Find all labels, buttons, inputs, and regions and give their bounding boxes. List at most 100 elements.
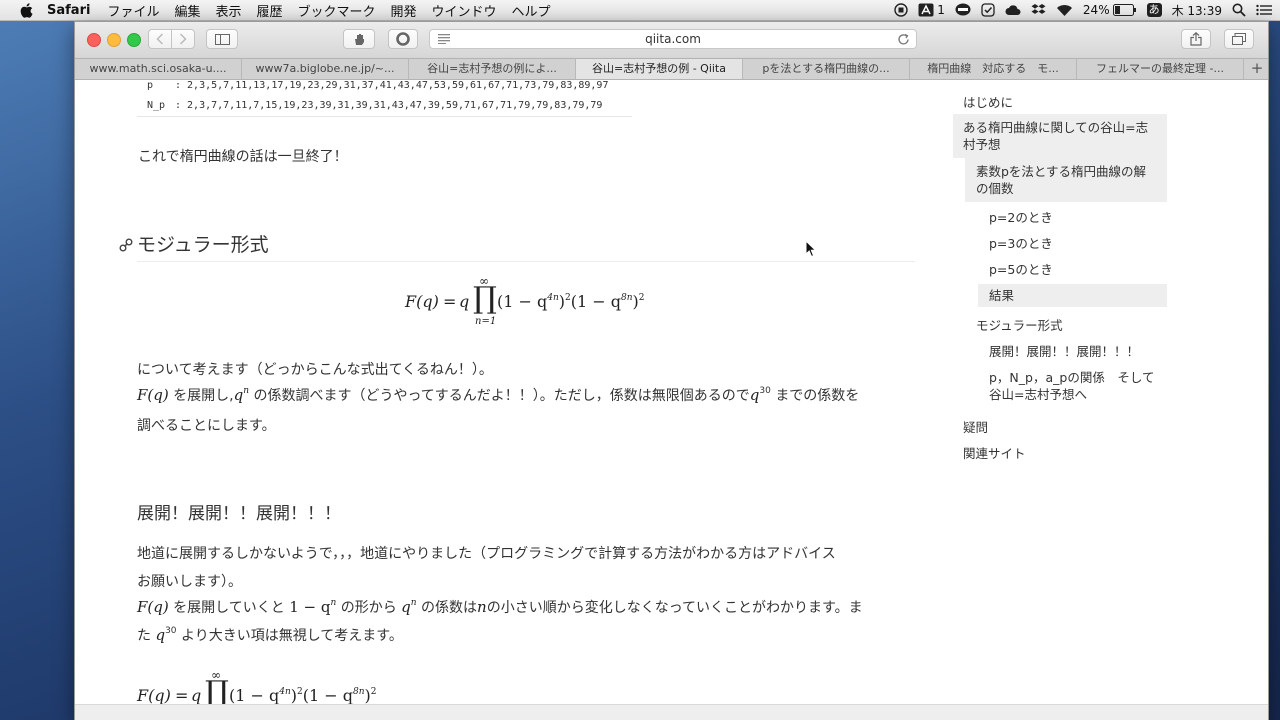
tabs-overview-button[interactable] bbox=[1224, 29, 1254, 49]
sidebar-icon bbox=[214, 33, 230, 45]
para2-part-a: を展開し, bbox=[173, 388, 234, 404]
toc-item-taniyama-shimura[interactable]: ある楕円曲線に関しての谷山=志村予想 bbox=[953, 114, 1167, 158]
paragraph-terms-line2: た q30 より大きい項は無視して考えます。 bbox=[137, 625, 403, 645]
extension-button[interactable] bbox=[343, 29, 375, 49]
eq1-terms: (1 − q4n)2(1 − q8n)2 bbox=[497, 292, 645, 311]
equation-1: F(q) = q ∞ ∏ n=1 (1 − q4n)2(1 − q8n)2 bbox=[405, 274, 665, 333]
hand-icon bbox=[354, 33, 364, 45]
dropbox-icon[interactable] bbox=[1031, 3, 1046, 17]
notification-center-icon[interactable] bbox=[1256, 4, 1272, 16]
toc-item-expand[interactable]: 展開！展開！！展開！！！ bbox=[989, 343, 1167, 360]
para4-part-d: の小さい順から変化しなくなっていくことがわかります。ま bbox=[486, 600, 863, 616]
address-bar[interactable]: qiita.com bbox=[429, 29, 917, 49]
paragraph-consider: について考えます（どっからこんな式出てくるねん！）。 bbox=[137, 362, 493, 378]
sidebar-toggle-button[interactable] bbox=[206, 29, 238, 49]
opera-extension-button[interactable] bbox=[388, 29, 418, 49]
forward-button[interactable] bbox=[171, 29, 195, 49]
toc-item-solution-count[interactable]: 素数pを法とする楕円曲線の解の個数 bbox=[965, 158, 1167, 202]
menu-develop[interactable]: 開発 bbox=[391, 1, 417, 20]
end-text: これで楕円曲線の話は一旦終了！ bbox=[138, 149, 348, 165]
eq1-factor1: (1 − q bbox=[497, 292, 548, 311]
inline-q: q bbox=[233, 386, 244, 404]
tab-bar: www.math.sci.osaka-u.... www7a.biglobe.n… bbox=[75, 58, 1268, 80]
tab-4[interactable]: pを法とする楕円曲線の... bbox=[743, 59, 910, 79]
apple-menu-icon[interactable] bbox=[17, 2, 35, 18]
creative-cloud-icon[interactable] bbox=[1005, 4, 1021, 16]
eq1-exp1: 4n bbox=[547, 293, 559, 303]
inline-q30: q bbox=[749, 386, 760, 404]
toc-item-intro[interactable]: はじめに bbox=[963, 94, 1173, 111]
eq2-factor2: (1 − q bbox=[302, 686, 354, 704]
toc-item-related-sites[interactable]: 関連サイト bbox=[963, 445, 1163, 462]
wifi-icon[interactable] bbox=[1056, 4, 1073, 17]
paragraph-grind-line1: 地道に展開するしかないようで，，，地道にやりました（プログラミングで計算する方法… bbox=[137, 546, 836, 562]
eq2-q: q bbox=[191, 686, 202, 704]
toc-item-relation[interactable]: p，N_p，a_pの関係 そして谷山=志村予想へ bbox=[989, 369, 1159, 403]
close-window-button[interactable] bbox=[87, 33, 101, 47]
paragraph-expand-line2: 調べることにします。 bbox=[137, 418, 276, 434]
battery-status[interactable]: 24% bbox=[1083, 3, 1137, 17]
np-row: N_p: 2,3,7,7,11,7,15,19,23,39,31,39,31,4… bbox=[147, 100, 602, 111]
safari-window: qiita.com www.math.sci.osaka-u.... www7a… bbox=[75, 22, 1268, 720]
inline-n: n bbox=[477, 598, 487, 616]
adobe-icon[interactable]: 1 bbox=[918, 3, 945, 17]
menu-window[interactable]: ウインドウ bbox=[432, 1, 497, 20]
tab-0[interactable]: www.math.sci.osaka-u.... bbox=[75, 59, 242, 79]
toc-item-question[interactable]: 疑問 bbox=[963, 419, 1163, 436]
para4-part-c: の係数は bbox=[421, 600, 478, 616]
share-button[interactable] bbox=[1181, 29, 1211, 49]
menu-edit[interactable]: 編集 bbox=[174, 1, 200, 20]
adobe-count: 1 bbox=[937, 3, 945, 17]
menu-history[interactable]: 履歴 bbox=[256, 1, 282, 20]
heading-divider bbox=[137, 261, 915, 262]
tab-2[interactable]: 谷山=志村予想の例によ... bbox=[409, 59, 576, 79]
eq2-product-symbol: ∏ bbox=[205, 675, 229, 705]
record-icon[interactable] bbox=[894, 3, 908, 17]
tab-3[interactable]: 谷山=志村予想の例 - Qiita bbox=[576, 59, 743, 79]
inline-30-exp: 30 bbox=[759, 386, 771, 396]
toc-item-modular-form[interactable]: モジュラー形式 bbox=[976, 317, 1166, 334]
new-tab-button[interactable]: + bbox=[1246, 59, 1268, 79]
spotlight-icon[interactable] bbox=[1232, 3, 1246, 17]
eq1-equals: = bbox=[443, 292, 457, 311]
zoom-window-button[interactable] bbox=[127, 33, 141, 47]
tabs-icon bbox=[1232, 33, 1246, 45]
menu-bookmarks[interactable]: ブックマーク bbox=[298, 1, 376, 20]
toc-item-result[interactable]: 結果 bbox=[978, 284, 1167, 307]
eq1-square2: 2 bbox=[638, 293, 645, 303]
menu-file[interactable]: ファイル bbox=[107, 1, 159, 20]
anchor-link-icon[interactable] bbox=[119, 237, 133, 256]
table-bottom-border bbox=[137, 116, 632, 117]
p-values: : 2,3,5,7,11,13,17,19,23,29,31,37,41,43,… bbox=[175, 80, 609, 91]
inline-30-exp-2: 30 bbox=[165, 626, 177, 636]
inline-Fq-2: F(q) bbox=[137, 598, 169, 616]
expand-heading: 展開！展開！！展開！！！ bbox=[137, 504, 341, 524]
table-of-contents: はじめに ある楕円曲線に関しての谷山=志村予想 素数pを法とする楕円曲線の解の個… bbox=[953, 80, 1193, 704]
inline-qn: q bbox=[401, 598, 411, 616]
inline-one-minus-exp: n bbox=[330, 598, 337, 608]
tab-1[interactable]: www7a.biglobe.ne.jp/~... bbox=[242, 59, 409, 79]
check-icon[interactable] bbox=[981, 3, 995, 17]
eq2-factor1: (1 − q bbox=[229, 686, 280, 704]
clock[interactable]: 木 13:39 bbox=[1172, 2, 1222, 19]
tab-5[interactable]: 楕円曲線 対応する モ... bbox=[910, 59, 1077, 79]
toc-item-p5[interactable]: p=5のとき bbox=[989, 261, 1159, 278]
paragraph-grind-line2: お願いします）。 bbox=[137, 574, 242, 590]
toc-item-p2[interactable]: p=2のとき bbox=[989, 209, 1159, 226]
chevron-right-icon bbox=[179, 33, 187, 45]
menu-view[interactable]: 表示 bbox=[215, 1, 241, 20]
menu-help[interactable]: ヘルプ bbox=[512, 1, 551, 20]
eq1-Fq: F(q) bbox=[405, 292, 439, 311]
equation-2: F(q) = q ∞ ∏ (1 − q4n)2(1 − q8n)2 bbox=[137, 668, 397, 705]
horizontal-scrollbar[interactable] bbox=[75, 704, 1268, 720]
back-button[interactable] bbox=[148, 29, 172, 49]
toc-item-p3[interactable]: p=3のとき bbox=[989, 235, 1159, 252]
input-method-icon[interactable]: あ bbox=[1146, 3, 1162, 17]
reload-icon[interactable] bbox=[897, 33, 910, 46]
tab-6[interactable]: フェルマーの最終定理 -... bbox=[1077, 59, 1244, 79]
minimize-window-button[interactable] bbox=[107, 33, 121, 47]
inline-q30-2: q bbox=[155, 626, 166, 644]
eq2-square2: 2 bbox=[370, 687, 377, 697]
line-app-icon[interactable] bbox=[955, 3, 971, 17]
menu-app-safari[interactable]: Safari bbox=[47, 3, 90, 18]
